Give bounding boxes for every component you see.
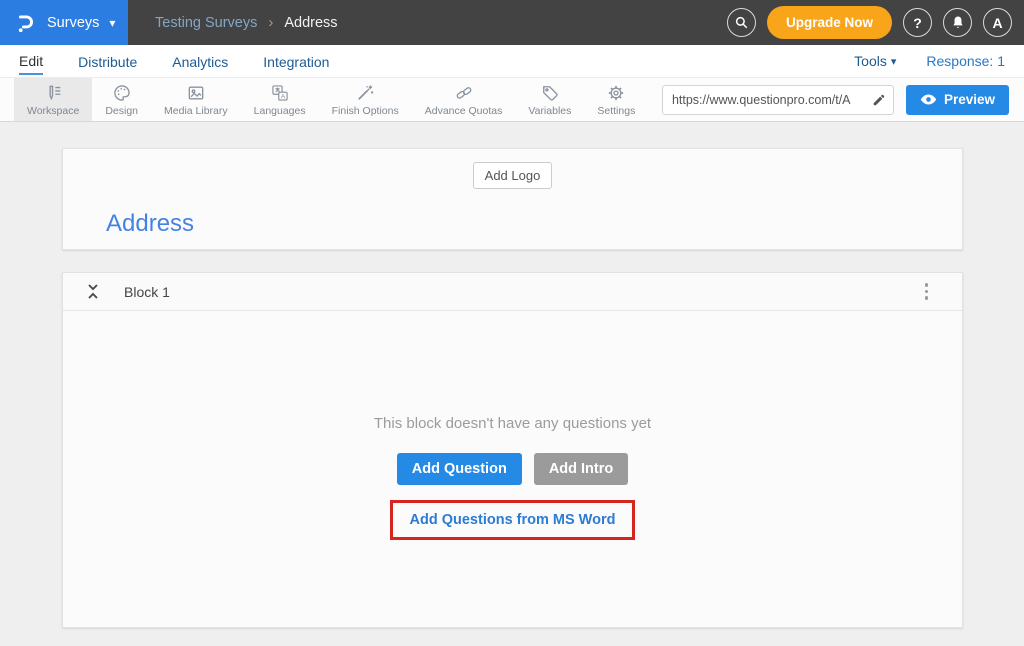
block-title: Block 1 xyxy=(124,284,170,300)
breadcrumb-current: Address xyxy=(284,15,337,31)
languages-icon: A xyxy=(270,83,290,103)
block-body: This block doesn't have any questions ye… xyxy=(63,311,962,627)
survey-editor-content: Add Logo Address Block 1 This block does… xyxy=(0,122,1024,646)
media-library-icon xyxy=(186,83,206,103)
add-question-button[interactable]: Add Question xyxy=(397,453,522,485)
toolbar-item-finish-options[interactable]: Finish Options xyxy=(319,78,412,121)
breadcrumb-separator-icon: › xyxy=(268,14,273,31)
section-tabs: Edit Distribute Analytics Integration xyxy=(19,48,329,75)
toolbar-items: Workspace Design xyxy=(14,78,648,121)
product-label: Surveys xyxy=(47,15,99,31)
eye-icon xyxy=(920,93,937,106)
breadcrumb: Testing Surveys › Address xyxy=(155,14,338,31)
avatar-letter: A xyxy=(992,15,1002,31)
tab-integration[interactable]: Integration xyxy=(263,49,329,74)
survey-title: Address xyxy=(106,210,942,238)
section-nav: Edit Distribute Analytics Integration To… xyxy=(0,45,1024,78)
topbar-actions: Upgrade Now ? A xyxy=(727,6,1024,39)
block-actions: Add Question Add Intro xyxy=(397,453,629,485)
variables-tag-icon xyxy=(540,83,560,103)
search-button[interactable] xyxy=(727,8,756,37)
breadcrumb-parent[interactable]: Testing Surveys xyxy=(155,15,257,31)
settings-gear-icon xyxy=(606,83,626,103)
survey-url-field xyxy=(662,85,894,115)
response-count: Response: 1 xyxy=(926,53,1005,69)
block-card: Block 1 This block doesn't have any ques… xyxy=(62,272,963,628)
toolbar-item-media-library[interactable]: Media Library xyxy=(151,78,241,121)
toolbar-item-variables[interactable]: Variables xyxy=(515,78,584,121)
preview-button[interactable]: Preview xyxy=(906,85,1009,115)
surveys-product-menu[interactable]: Surveys ▾ xyxy=(0,0,128,45)
survey-url-input[interactable] xyxy=(663,93,865,107)
workspace-icon xyxy=(43,83,63,103)
survey-header-card: Add Logo Address xyxy=(62,148,963,250)
toolbar-right: Preview xyxy=(662,78,1024,121)
tools-label: Tools xyxy=(854,53,887,69)
tab-distribute[interactable]: Distribute xyxy=(78,49,137,74)
nav-right: Tools ▾ Response: 1 xyxy=(854,53,1005,69)
questionpro-logo-icon xyxy=(13,10,39,36)
toolbar-item-advance-quotas[interactable]: Advance Quotas xyxy=(412,78,516,121)
empty-block-message: This block doesn't have any questions ye… xyxy=(374,415,651,432)
preview-label: Preview xyxy=(944,92,995,107)
chevron-down-icon: ▾ xyxy=(109,16,115,30)
top-bar: Surveys ▾ Testing Surveys › Address Upgr… xyxy=(0,0,1024,45)
toolbar-item-languages[interactable]: A Languages xyxy=(241,78,319,121)
upgrade-now-button[interactable]: Upgrade Now xyxy=(767,6,892,39)
tab-analytics[interactable]: Analytics xyxy=(172,49,228,74)
toolbar-item-design[interactable]: Design xyxy=(92,78,151,121)
edit-url-pencil-icon[interactable] xyxy=(865,93,893,107)
notifications-button[interactable] xyxy=(943,8,972,37)
block-header: Block 1 xyxy=(63,273,962,311)
avatar[interactable]: A xyxy=(983,8,1012,37)
design-palette-icon xyxy=(112,83,132,103)
question-mark-icon: ? xyxy=(913,15,922,31)
add-logo-button[interactable]: Add Logo xyxy=(473,162,553,189)
ms-word-highlight-box: Add Questions from MS Word xyxy=(390,500,636,540)
tools-menu[interactable]: Tools ▾ xyxy=(854,53,896,69)
add-intro-button[interactable]: Add Intro xyxy=(534,453,628,485)
editor-toolbar: Workspace Design xyxy=(0,78,1024,122)
tab-edit[interactable]: Edit xyxy=(19,48,43,75)
block-menu-kebab-icon[interactable] xyxy=(921,279,933,304)
search-icon xyxy=(734,15,749,30)
finish-options-wand-icon xyxy=(355,83,375,103)
chevron-down-icon: ▾ xyxy=(891,55,897,68)
toolbar-item-settings[interactable]: Settings xyxy=(584,78,648,121)
bell-icon xyxy=(951,15,965,30)
collapse-block-icon[interactable] xyxy=(86,283,100,300)
advance-quotas-chain-icon xyxy=(454,83,474,103)
help-button[interactable]: ? xyxy=(903,8,932,37)
add-questions-from-ms-word-link[interactable]: Add Questions from MS Word xyxy=(410,512,616,528)
toolbar-item-workspace[interactable]: Workspace xyxy=(14,78,92,121)
